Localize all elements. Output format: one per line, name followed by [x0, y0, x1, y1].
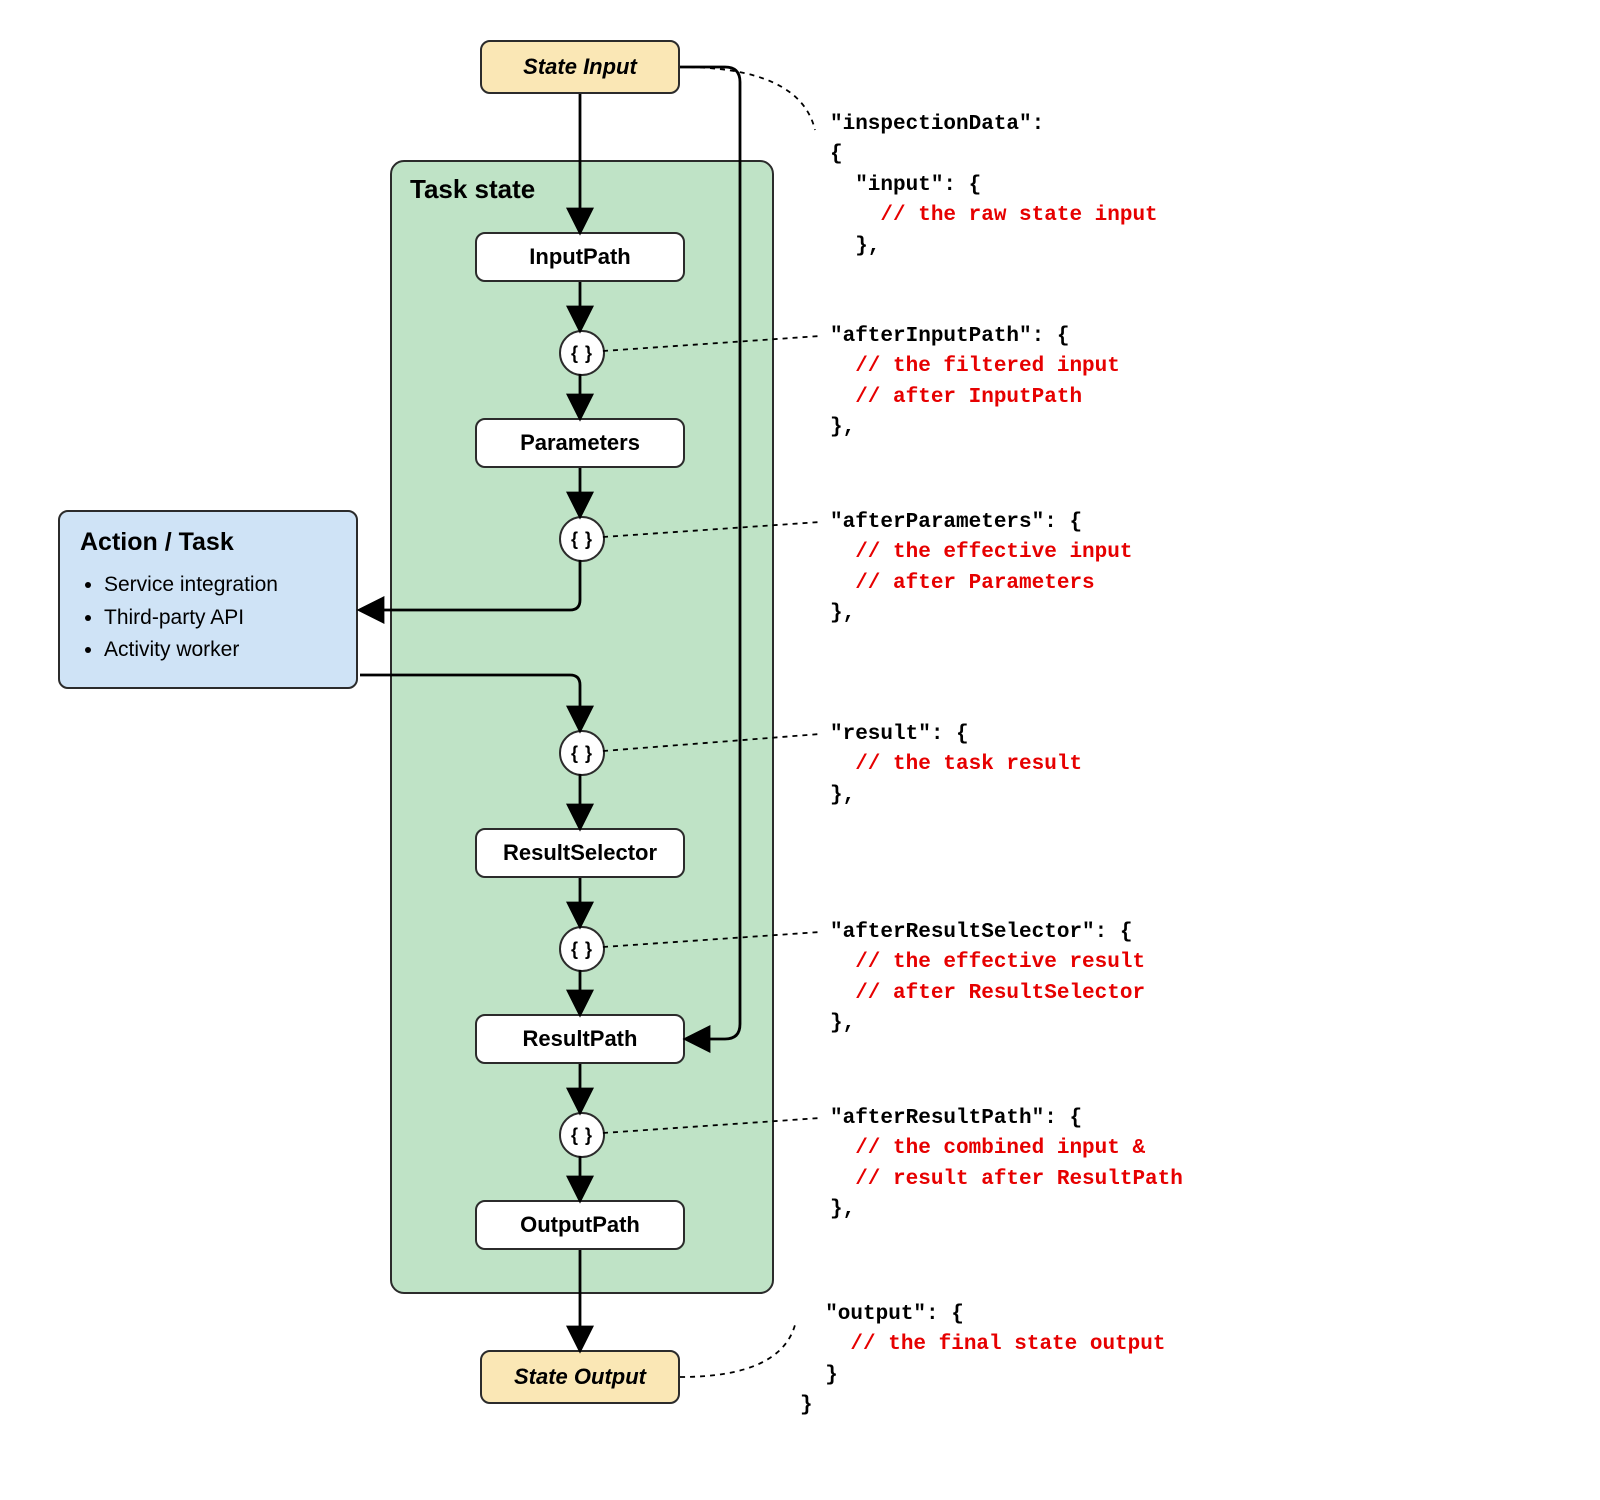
code-after-input-path: "afterInputPath": { // the filtered inpu… [830, 322, 1470, 444]
state-input-node: State Input [480, 40, 680, 94]
stage-output-path: OutputPath [475, 1200, 685, 1250]
code-after-result-path: "afterResultPath": { // the combined inp… [830, 1104, 1470, 1226]
code-result: "result": { // the task result }, [830, 720, 1470, 811]
stage-result-path-label: ResultPath [523, 1026, 638, 1052]
stage-parameters: Parameters [475, 418, 685, 468]
action-item: Third-party API [104, 602, 336, 635]
stage-result-path: ResultPath [475, 1014, 685, 1064]
stage-input-path-label: InputPath [529, 244, 630, 270]
brace-after-result-selector: { } [559, 926, 605, 972]
action-title: Action / Task [80, 528, 336, 557]
brace-after-input-path: { } [559, 330, 605, 376]
code-header: "inspectionData": { "input": { // the ra… [830, 110, 1470, 262]
action-list: Service integration Third-party API Acti… [80, 569, 336, 667]
state-output-node: State Output [480, 1350, 680, 1404]
stage-result-selector-label: ResultSelector [503, 840, 657, 866]
brace-after-result-path: { } [559, 1112, 605, 1158]
state-input-label: State Input [523, 54, 637, 80]
action-item: Service integration [104, 569, 336, 602]
action-box: Action / Task Service integration Third-… [58, 510, 358, 689]
stage-parameters-label: Parameters [520, 430, 640, 456]
code-after-parameters: "afterParameters": { // the effective in… [830, 508, 1470, 630]
state-output-label: State Output [514, 1364, 646, 1390]
stage-input-path: InputPath [475, 232, 685, 282]
stage-output-path-label: OutputPath [520, 1212, 640, 1238]
code-after-result-selector: "afterResultSelector": { // the effectiv… [830, 918, 1470, 1040]
diagram-canvas: Task state State Input InputPath Paramet… [40, 40, 1560, 1460]
task-state-title: Task state [410, 174, 535, 205]
brace-after-parameters: { } [559, 516, 605, 562]
brace-result: { } [559, 730, 605, 776]
action-item: Activity worker [104, 634, 336, 667]
stage-result-selector: ResultSelector [475, 828, 685, 878]
code-output: "output": { // the final state output } … [800, 1300, 1440, 1422]
